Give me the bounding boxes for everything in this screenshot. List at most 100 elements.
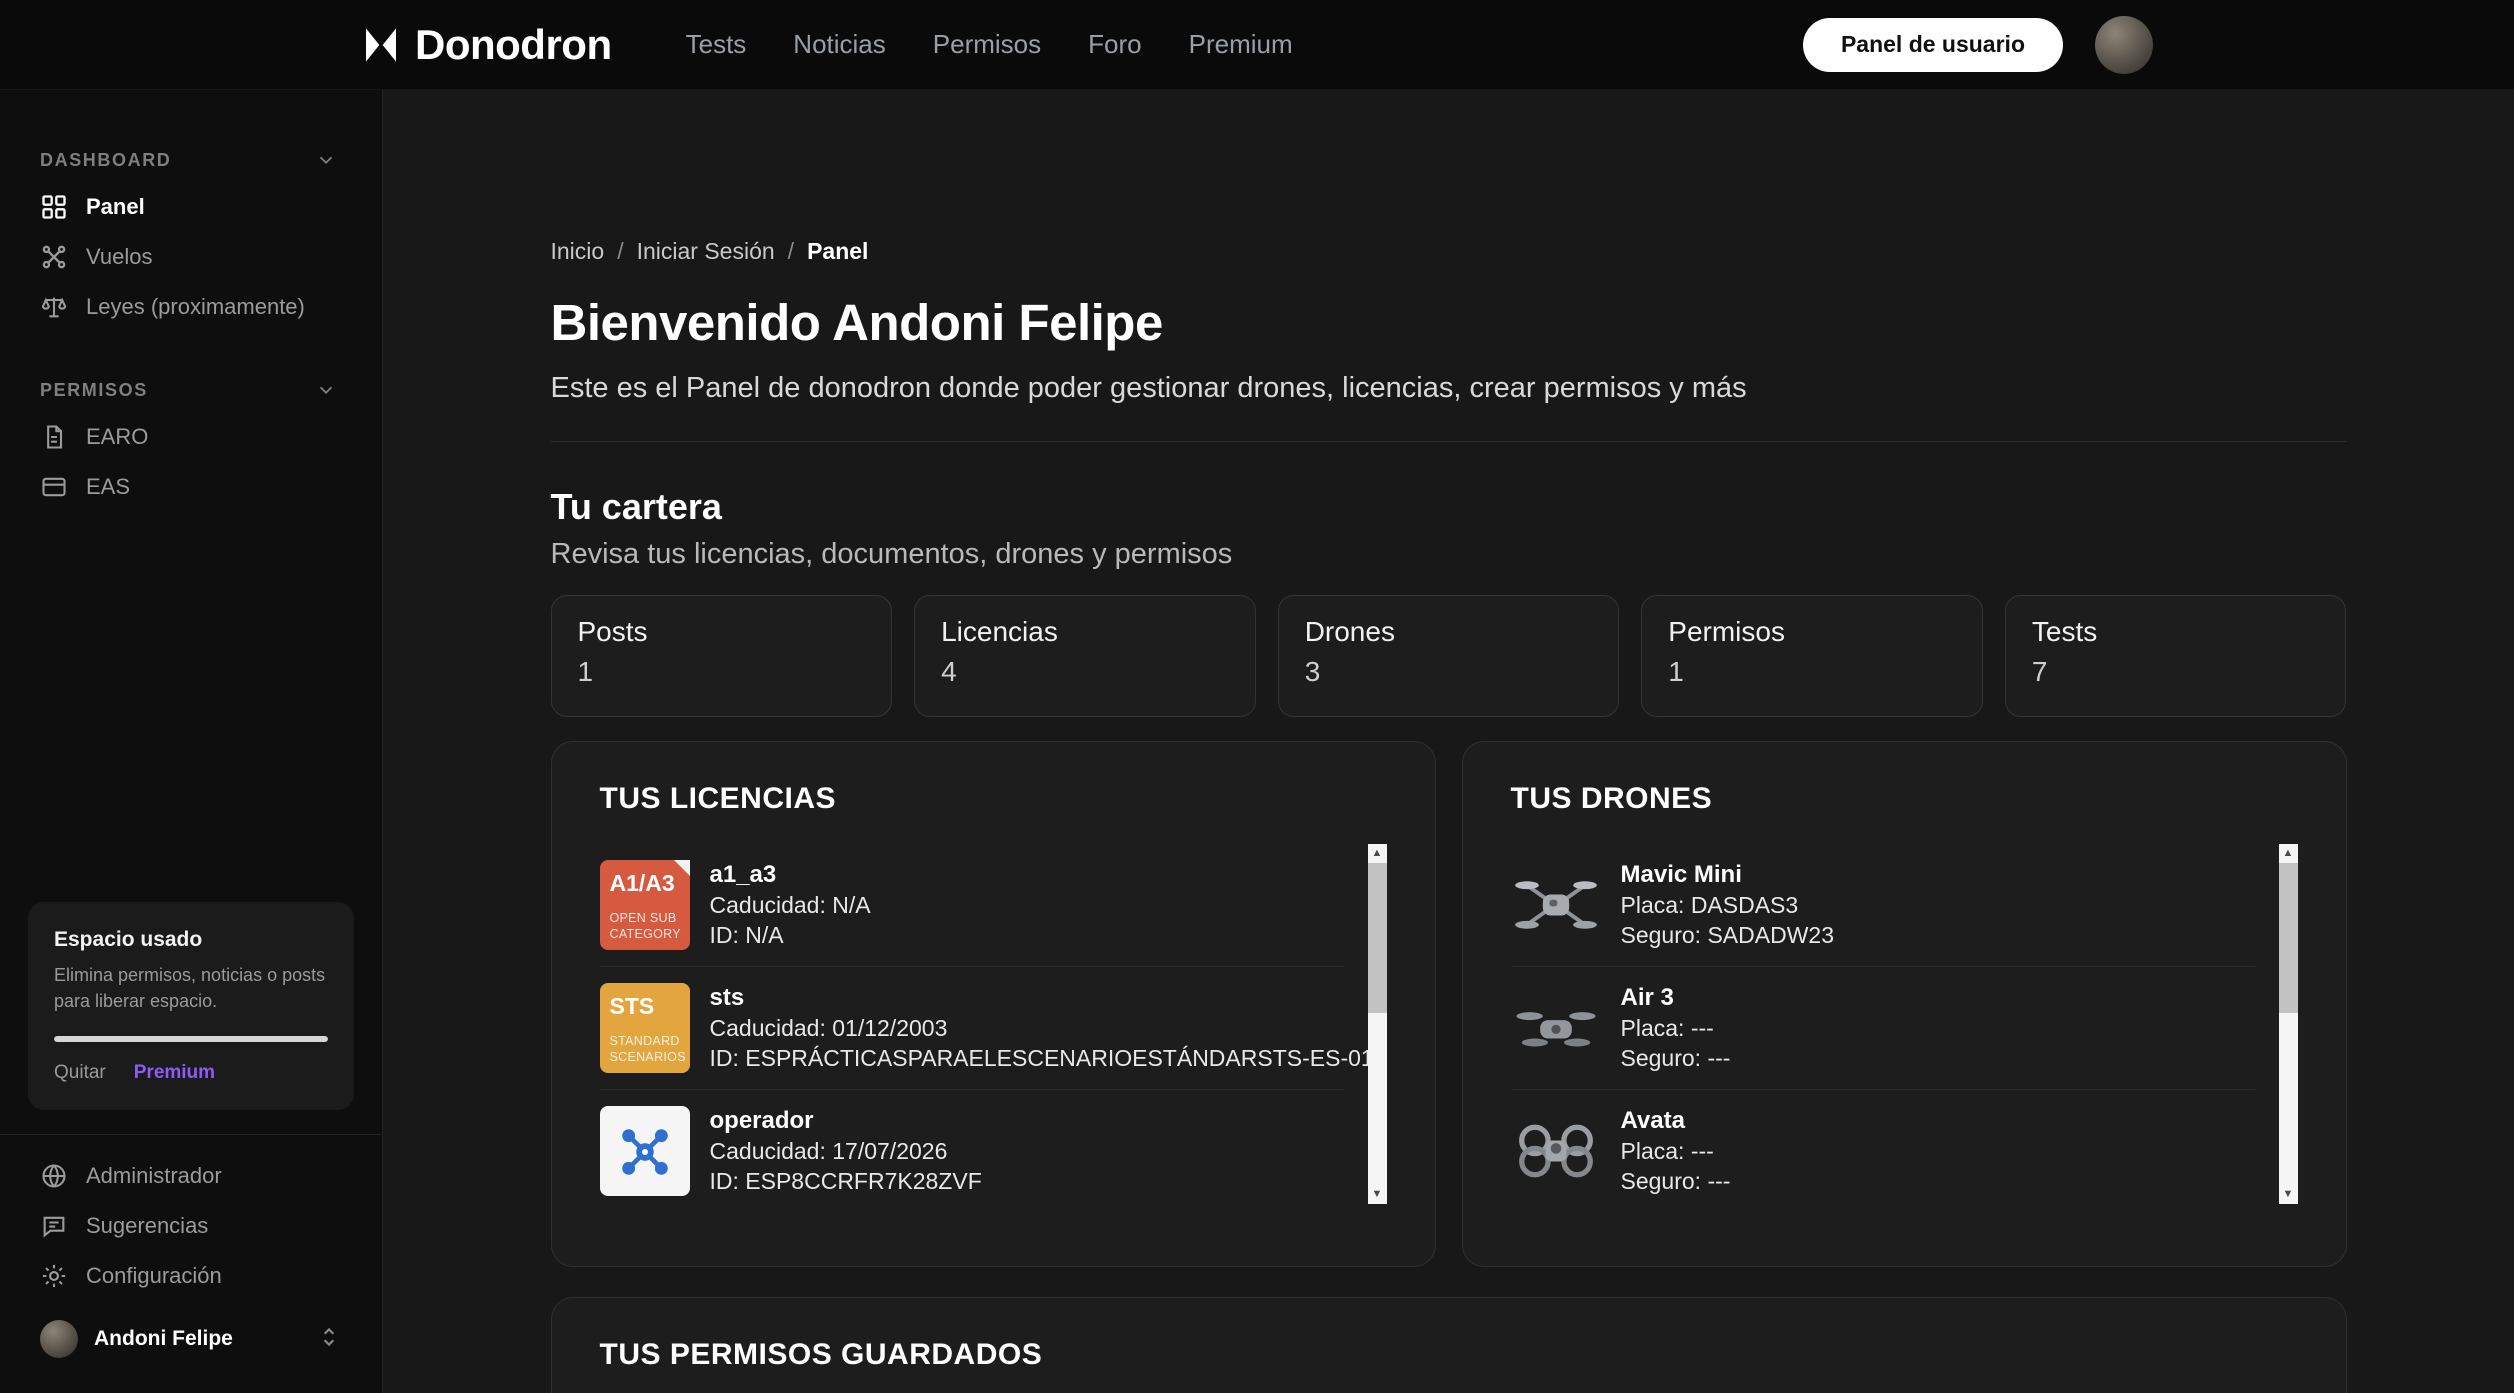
chevron-down-icon xyxy=(315,379,337,401)
drone-item-air3[interactable]: Air 3 Placa: --- Seguro: --- xyxy=(1511,967,2255,1090)
section-divider xyxy=(551,441,2347,442)
scroll-down-arrow[interactable]: ▼ xyxy=(1368,1185,1387,1204)
stat-card-drones[interactable]: Drones 3 xyxy=(1278,595,1620,717)
drone-name: Air 3 xyxy=(1621,983,1731,1013)
sidebar-item-administrador[interactable]: Administrador xyxy=(0,1151,382,1201)
scroll-down-arrow[interactable]: ▼ xyxy=(2279,1185,2298,1204)
drone-placa: Placa: --- xyxy=(1621,1013,1731,1043)
scrollbar-thumb[interactable] xyxy=(1368,863,1387,1013)
sidebar-item-leyes[interactable]: Leyes (proximamente) xyxy=(0,282,382,332)
sidebar-section-permisos[interactable]: PERMISOS xyxy=(0,368,382,412)
breadcrumb-separator: / xyxy=(617,238,623,265)
globe-icon xyxy=(40,1162,68,1190)
license-id: ID: ESPRÁCTICASPARAELESCENARIOESTÁNDARST… xyxy=(710,1043,1344,1073)
sidebar-item-eas[interactable]: EAS xyxy=(0,462,382,512)
license-item-sts[interactable]: STS STANDARD SCENARIOS sts Caducidad xyxy=(600,967,1344,1090)
drone-placa: Placa: --- xyxy=(1621,1136,1731,1166)
sidebar-item-sugerencias[interactable]: Sugerencias xyxy=(0,1201,382,1251)
stat-value: 1 xyxy=(1668,656,1956,688)
panels-row: TUS LICENCIAS A1/A3 OPEN SUB CATEGORY xyxy=(551,741,2347,1267)
nav-item-premium[interactable]: Premium xyxy=(1189,29,1293,60)
body-row: DASHBOARD Panel Vuelos Leyes (proximam xyxy=(0,90,2514,1393)
logo-text: Donodron xyxy=(415,21,612,69)
drone-seguro: Seguro: --- xyxy=(1621,1043,1731,1073)
drones-panel: TUS DRONES Mavic Mini Placa: DASDAS3 xyxy=(1462,741,2347,1267)
stat-value: 4 xyxy=(941,656,1229,688)
stat-card-tests[interactable]: Tests 7 xyxy=(2005,595,2347,717)
drone-info: Mavic Mini Placa: DASDAS3 Seguro: SADADW… xyxy=(1621,860,1834,950)
licenses-list: A1/A3 OPEN SUB CATEGORY a1_a3 Caduci xyxy=(600,844,1344,1212)
section-label-dashboard: DASHBOARD xyxy=(40,150,171,171)
logo[interactable]: Donodron xyxy=(361,21,612,69)
license-badge-sts: STS STANDARD SCENARIOS xyxy=(600,983,690,1073)
nav-item-permisos[interactable]: Permisos xyxy=(933,29,1041,60)
stats-row: Posts 1 Licencias 4 Drones 3 Permisos 1 xyxy=(551,595,2347,717)
main-content: Inicio / Iniciar Sesión / Panel Bienveni… xyxy=(551,90,2347,1393)
section-label-permisos: PERMISOS xyxy=(40,380,148,401)
badge-subtitle: OPEN SUB CATEGORY xyxy=(610,910,680,943)
drones-panel-title: TUS DRONES xyxy=(1511,782,2298,816)
drone-name: Mavic Mini xyxy=(1621,860,1834,890)
stat-label: Licencias xyxy=(941,616,1229,648)
license-name: a1_a3 xyxy=(710,860,871,890)
drone-item-mavic-mini[interactable]: Mavic Mini Placa: DASDAS3 Seguro: SADADW… xyxy=(1511,844,2255,967)
stat-label: Drones xyxy=(1305,616,1593,648)
app-page: Donodron Tests Noticias Permisos Foro Pr… xyxy=(0,0,2514,1393)
scroll-up-arrow[interactable]: ▲ xyxy=(1368,844,1387,863)
drone-info: Air 3 Placa: --- Seguro: --- xyxy=(1621,983,1731,1073)
stat-label: Tests xyxy=(2032,616,2320,648)
sidebar-user-name: Andoni Felipe xyxy=(94,1327,233,1351)
sidebar-section-dashboard[interactable]: DASHBOARD xyxy=(0,138,382,182)
document-icon xyxy=(40,423,68,451)
storage-card: Espacio usado Elimina permisos, noticias… xyxy=(28,902,354,1110)
sidebar-item-label: Sugerencias xyxy=(86,1213,208,1239)
sidebar-item-configuracion[interactable]: Configuración xyxy=(0,1251,382,1301)
drone-name: Avata xyxy=(1621,1106,1731,1136)
drone-seguro: Seguro: SADADW23 xyxy=(1621,920,1834,950)
stat-card-licencias[interactable]: Licencias 4 xyxy=(914,595,1256,717)
drone-seguro: Seguro: --- xyxy=(1621,1166,1731,1196)
sidebar-user-row[interactable]: Andoni Felipe xyxy=(0,1311,382,1367)
license-item-a1a3[interactable]: A1/A3 OPEN SUB CATEGORY a1_a3 Caduci xyxy=(600,844,1344,967)
badge-subtitle: STANDARD SCENARIOS xyxy=(610,1033,680,1066)
operator-drone-icon xyxy=(600,1106,690,1196)
logo-icon xyxy=(361,25,401,65)
drone-item-avata[interactable]: Avata Placa: --- Seguro: --- xyxy=(1511,1090,2255,1212)
scroll-up-arrow[interactable]: ▲ xyxy=(2279,844,2298,863)
cartera-subtitle: Revisa tus licencias, documentos, drones… xyxy=(551,538,2347,571)
up-down-arrows-icon[interactable] xyxy=(316,1324,342,1355)
mavic-mini-drone-image xyxy=(1511,876,1601,934)
breadcrumb-separator: / xyxy=(788,238,794,265)
licenses-scrollbar[interactable]: ▲ ▼ xyxy=(1368,844,1387,1204)
panel-de-usuario-button[interactable]: Panel de usuario xyxy=(1803,18,2063,72)
nav-item-tests[interactable]: Tests xyxy=(686,29,747,60)
top-navbar: Donodron Tests Noticias Permisos Foro Pr… xyxy=(0,0,2514,90)
navbar-inner: Donodron Tests Noticias Permisos Foro Pr… xyxy=(361,0,2153,89)
sidebar-item-label: EARO xyxy=(86,424,148,450)
stat-card-posts[interactable]: Posts 1 xyxy=(551,595,893,717)
drones-list: Mavic Mini Placa: DASDAS3 Seguro: SADADW… xyxy=(1511,844,2255,1212)
user-avatar[interactable] xyxy=(2095,16,2153,74)
drone-info: Avata Placa: --- Seguro: --- xyxy=(1621,1106,1731,1196)
navbar-right: Panel de usuario xyxy=(1803,16,2153,74)
scrollbar-thumb[interactable] xyxy=(2279,863,2298,1013)
scales-icon xyxy=(40,293,68,321)
storage-card-description: Elimina permisos, noticias o posts para … xyxy=(54,962,328,1014)
premium-link[interactable]: Premium xyxy=(134,1062,215,1084)
drones-scrollbar[interactable]: ▲ ▼ xyxy=(2279,844,2298,1204)
license-info: a1_a3 Caducidad: N/A ID: N/A xyxy=(710,860,871,950)
sidebar-item-vuelos[interactable]: Vuelos xyxy=(0,232,382,282)
quitar-link[interactable]: Quitar xyxy=(54,1062,106,1084)
gear-icon xyxy=(40,1262,68,1290)
storage-actions: Quitar Premium xyxy=(54,1062,328,1084)
license-item-operador[interactable]: operador Caducidad: 17/07/2026 ID: ESP8C… xyxy=(600,1090,1344,1212)
nav-item-noticias[interactable]: Noticias xyxy=(793,29,885,60)
chat-icon xyxy=(40,1212,68,1240)
breadcrumb-inicio[interactable]: Inicio xyxy=(551,238,605,265)
breadcrumb-iniciar-sesion[interactable]: Iniciar Sesión xyxy=(637,238,775,265)
sidebar-item-panel[interactable]: Panel xyxy=(0,182,382,232)
sidebar-item-earo[interactable]: EARO xyxy=(0,412,382,462)
main-area: Inicio / Iniciar Sesión / Panel Bienveni… xyxy=(383,90,2514,1393)
nav-item-foro[interactable]: Foro xyxy=(1088,29,1141,60)
stat-card-permisos[interactable]: Permisos 1 xyxy=(1641,595,1983,717)
